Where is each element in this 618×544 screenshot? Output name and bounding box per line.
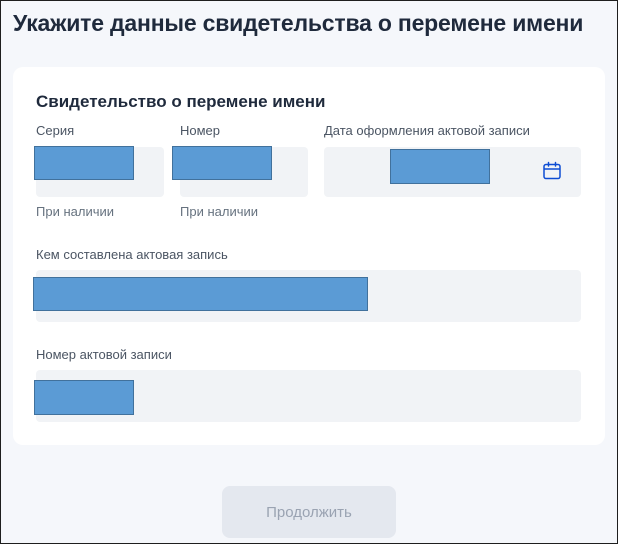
number-label: Номер [180, 123, 221, 138]
series-label: Серия [36, 123, 75, 138]
form-heading: Свидетельство о перемене имени [36, 92, 326, 111]
certificate-form-card: Свидетельство о перемене имени Серия При… [13, 67, 605, 445]
record-date-value-redacted [390, 149, 490, 184]
record-number-label: Номер актовой записи [36, 347, 172, 362]
number-value-redacted [172, 146, 272, 180]
record-number-value-redacted [34, 380, 134, 415]
continue-button[interactable]: Продолжить [222, 486, 396, 538]
issued-by-value-redacted [33, 277, 368, 311]
series-value-redacted [34, 146, 134, 180]
issued-by-label: Кем составлена актовая запись [36, 247, 228, 262]
record-date-label: Дата оформления актовой записи [324, 123, 530, 138]
number-hint: При наличии [180, 204, 258, 219]
page-title: Укажите данные свидетельства о перемене … [13, 10, 584, 36]
page-frame: Укажите данные свидетельства о перемене … [0, 0, 618, 544]
calendar-icon[interactable] [542, 161, 562, 181]
series-hint: При наличии [36, 204, 114, 219]
